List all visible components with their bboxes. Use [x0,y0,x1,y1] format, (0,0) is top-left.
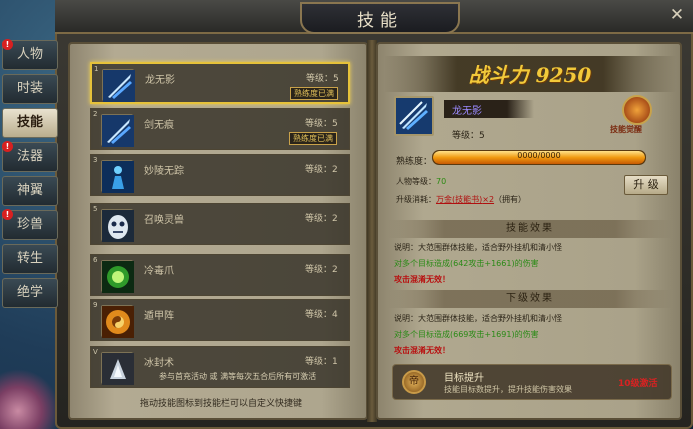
skill-effect-header: 技能效果 [388,220,672,238]
proficiency-text: 0000/0000 [517,151,561,160]
close-button[interactable]: ✕ [668,6,686,24]
skill-name: 冰封术 [144,358,174,369]
figure-icon[interactable] [101,160,134,193]
effect-line: 对多个目标造成(642攻击+1661)的伤害 [394,259,539,268]
awaken-icon[interactable] [622,95,652,125]
next-effect-header: 下级效果 [388,290,672,308]
proficiency-label: 熟练度： [396,157,433,167]
power-display: 战斗力 9250 [384,56,676,92]
tab-3[interactable]: 法器! [2,141,58,172]
cost-item-link[interactable]: 万金(技能书) [436,195,482,204]
sword-icon[interactable] [101,114,134,147]
skill-level: 等级：2 [305,265,338,275]
skill-level: 等级：2 [305,165,338,175]
cost-count: ×2 [482,195,495,204]
skill-row[interactable]: 9 遁甲阵 等级：4 [90,299,350,341]
awaken-label: 技能觉醒 [610,125,642,134]
skill-row[interactable]: 2 剑无痕 等级：5 熟练度已满 [90,108,350,150]
selected-skill-level: 等级：5 [452,131,485,141]
target-upgrade-desc: 技能目标数提升，提升技能伤害效果 [444,385,572,394]
poison-icon[interactable] [101,260,134,293]
tab-6[interactable]: 转生 [2,244,58,274]
skill-row[interactable]: 3 妙陵无踪 等级：2 [90,154,350,196]
target-upgrade-title: 目标提升 [444,373,484,384]
bagua-icon[interactable] [101,305,134,338]
skill-slot-number: 2 [93,110,98,118]
proficiency-full-badge: 熟练度已满 [290,87,338,100]
role-level-row: 人物等级：70 [396,176,446,187]
window-title: 技能 [357,10,403,31]
tab-label: 转生 [16,251,43,266]
skill-row[interactable]: 6 冷毒爪 等级：2 [90,254,350,296]
cost-label: 升级消耗： [396,195,436,204]
skill-level: 等级：1 [305,357,338,367]
lotus-decoration [0,369,60,429]
skill-level: 等级：5 [306,74,339,84]
skill-slot-number: 1 [94,65,99,73]
ice-icon[interactable] [101,352,134,385]
power-value: 战斗力 9250 [468,63,592,87]
tab-label: 绝学 [16,285,43,300]
alert-icon: ! [2,141,13,152]
tab-0[interactable]: 人物! [2,39,58,70]
skill-slot-number: 5 [93,205,98,213]
skill-name: 剑无痕 [144,120,174,131]
skill-level: 等级：5 [305,119,338,129]
skill-unlock-desc: 参与首充活动 或 满等每次五合后所有可激活 [159,372,317,381]
effect-line: 攻击混淆无效！ [394,346,450,355]
cost-owned: （拥有） [494,195,527,204]
effect-line: 说明：大范围群体技能，适合野外挂机和清小怪 [394,243,562,252]
tab-4[interactable]: 神翼 [2,176,58,206]
skill-slot-number: 9 [93,301,98,309]
skill-level: 等级：4 [305,310,338,320]
tab-label: 珍兽 [16,217,43,232]
skill-row[interactable]: 1 龙无影 等级：5 熟练度已满 [90,62,350,104]
skill-slot-number: 6 [93,256,98,264]
effect-line: 对多个目标造成(669攻击+1691)的伤害 [394,330,539,339]
selected-skill-icon [394,96,434,136]
skill-row[interactable]: V 冰封术 等级：1 参与首充活动 或 满等每次五合后所有可激活 [90,346,350,388]
skill-row[interactable]: 5 召唤灵兽 等级：2 [90,203,350,245]
proficiency-full-badge: 熟练度已满 [289,132,337,145]
skill-name: 召唤灵兽 [144,215,184,226]
skill-name: 龙无影 [145,75,175,86]
skill-name: 遁甲阵 [144,311,174,322]
selected-skill-name: 龙无影 [452,106,482,117]
tab-7[interactable]: 绝学 [2,278,58,308]
tab-1[interactable]: 时装 [2,74,58,104]
effect-line: 攻击混淆无效！ [394,275,450,284]
skill-name: 妙陵无踪 [144,166,184,177]
tab-label: 神翼 [16,183,43,198]
upgrade-button[interactable]: 升 级 [624,175,668,195]
skill-level: 等级：2 [305,214,338,224]
target-upgrade-requirement: 10级激活 [618,379,658,389]
skill-slot-number: 3 [93,156,98,164]
role-level-label: 人物等级： [396,177,436,186]
cost-row: 升级消耗：万金(技能书)×2（拥有） [396,194,526,205]
role-level-value: 70 [436,177,447,186]
effect-line: 说明：大范围群体技能，适合野外挂机和清小怪 [394,314,562,323]
skill-name: 冷毒爪 [144,266,174,277]
skill-slot-number: V [93,348,98,356]
alert-icon: ! [2,209,13,220]
tab-label: 人物 [16,47,43,62]
tab-2[interactable]: 技能 [2,108,58,138]
target-upgrade-icon: 帝 [402,370,426,394]
beast-icon[interactable] [101,209,134,242]
tab-label: 技能 [16,115,43,130]
tab-label: 法器 [16,149,43,164]
title-badge: 技能 [300,2,460,34]
tab-label: 时装 [16,81,43,96]
sword-icon[interactable] [102,69,135,102]
drag-hint: 拖动技能图标到技能栏可以自定义快捷键 [139,399,302,409]
tab-5[interactable]: 珍兽! [2,209,58,240]
side-tabs: 人物! 时装 技能 法器! 神翼 珍兽! 转生 绝学 [2,39,58,312]
alert-icon: ! [2,39,13,50]
